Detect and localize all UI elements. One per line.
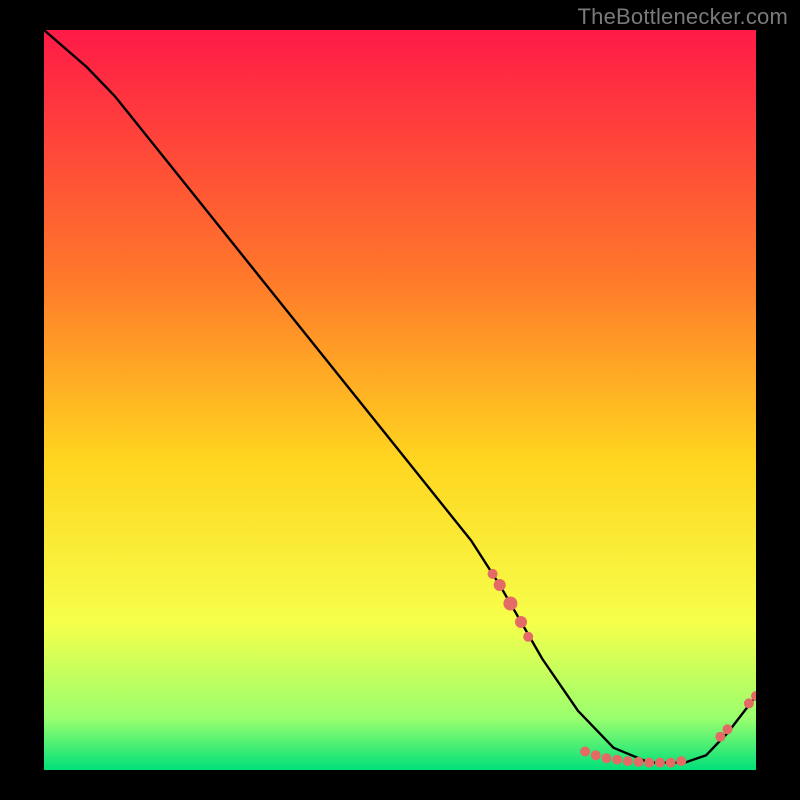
data-marker bbox=[623, 756, 633, 766]
data-marker bbox=[723, 724, 733, 734]
data-marker bbox=[666, 758, 676, 768]
data-marker bbox=[488, 569, 498, 579]
data-marker bbox=[644, 758, 654, 768]
data-marker bbox=[655, 758, 665, 768]
data-marker bbox=[715, 732, 725, 742]
data-marker bbox=[744, 698, 754, 708]
watermark-text: TheBottlenecker.com bbox=[578, 4, 788, 30]
data-marker bbox=[612, 755, 622, 765]
data-marker bbox=[523, 632, 533, 642]
data-marker bbox=[503, 597, 517, 611]
plot-area bbox=[44, 30, 756, 770]
data-marker bbox=[676, 756, 686, 766]
data-marker bbox=[580, 747, 590, 757]
chart-frame: TheBottlenecker.com bbox=[0, 0, 800, 800]
data-marker bbox=[634, 757, 644, 767]
data-marker bbox=[515, 616, 527, 628]
data-marker bbox=[591, 750, 601, 760]
data-marker bbox=[494, 579, 506, 591]
bottleneck-chart bbox=[44, 30, 756, 770]
data-marker bbox=[602, 753, 612, 763]
